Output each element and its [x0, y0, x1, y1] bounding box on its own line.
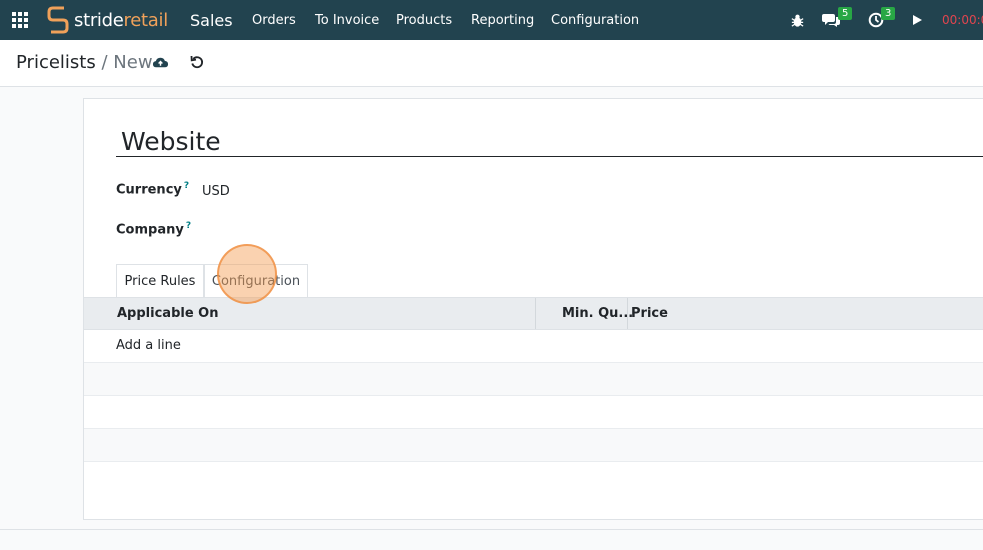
- cloud-upload-icon: [152, 57, 169, 68]
- currency-help-icon[interactable]: ?: [184, 181, 189, 191]
- column-price[interactable]: Price: [631, 298, 668, 329]
- brand-logo[interactable]: strideretail: [46, 0, 168, 40]
- currency-label: Currency?: [116, 181, 189, 197]
- strideretail-logo-icon: [47, 6, 69, 34]
- tab-price-rules[interactable]: Price Rules: [116, 264, 204, 297]
- company-help-icon[interactable]: ?: [186, 221, 191, 231]
- brand-name: strideretail: [74, 9, 168, 31]
- messages-button[interactable]: [822, 0, 840, 40]
- save-button[interactable]: [152, 54, 170, 72]
- control-panel: Pricelists / New: [0, 40, 983, 87]
- table-row: Add a line: [84, 330, 983, 363]
- company-label-text: Company: [116, 222, 184, 238]
- add-line-link[interactable]: Add a line: [116, 338, 181, 353]
- discard-button[interactable]: [189, 54, 207, 72]
- breadcrumb-pricelists[interactable]: Pricelists: [16, 52, 96, 73]
- menu-reporting[interactable]: Reporting: [471, 0, 534, 40]
- company-field[interactable]: [202, 221, 502, 239]
- timer-display: 00:00:0: [942, 13, 983, 27]
- apps-menu-button[interactable]: [12, 0, 32, 40]
- play-icon: [913, 15, 922, 25]
- menu-products[interactable]: Products: [396, 0, 452, 40]
- table-row: [84, 363, 983, 396]
- breadcrumb-current: New: [113, 52, 153, 73]
- column-divider: [535, 298, 536, 329]
- activities-badge: 3: [881, 7, 896, 20]
- pricelist-name-input[interactable]: Website: [116, 127, 983, 157]
- menu-to-invoice[interactable]: To Invoice: [315, 0, 379, 40]
- breadcrumb: Pricelists / New: [16, 52, 153, 73]
- company-label: Company?: [116, 221, 191, 237]
- messages-badge: 5: [838, 7, 853, 20]
- bug-icon: [791, 14, 804, 27]
- table-row: [84, 396, 983, 429]
- activities-button[interactable]: [868, 0, 884, 40]
- menu-configuration[interactable]: Configuration: [551, 0, 639, 40]
- bottom-divider: [0, 529, 983, 530]
- column-divider: [627, 298, 628, 329]
- column-applicable-on[interactable]: Applicable On: [117, 298, 218, 329]
- timer-start-button[interactable]: [912, 0, 923, 40]
- breadcrumb-separator: /: [101, 52, 108, 73]
- column-min-quantity[interactable]: Min. Qu...: [562, 298, 633, 329]
- menu-orders[interactable]: Orders: [252, 0, 296, 40]
- price-rules-table-header: Applicable On Min. Qu... Price: [84, 297, 983, 330]
- undo-icon: [190, 55, 204, 69]
- apps-grid-icon: [12, 12, 28, 28]
- debug-button[interactable]: [790, 0, 805, 40]
- form-sheet: Website Currency? USD Company? Price Rul…: [83, 98, 983, 520]
- app-name[interactable]: Sales: [190, 0, 233, 40]
- click-indicator: [217, 244, 277, 304]
- top-navbar: strideretail Sales Orders To Invoice Pro…: [0, 0, 983, 40]
- currency-label-text: Currency: [116, 182, 182, 198]
- currency-field[interactable]: USD: [202, 184, 230, 199]
- table-row: [84, 429, 983, 462]
